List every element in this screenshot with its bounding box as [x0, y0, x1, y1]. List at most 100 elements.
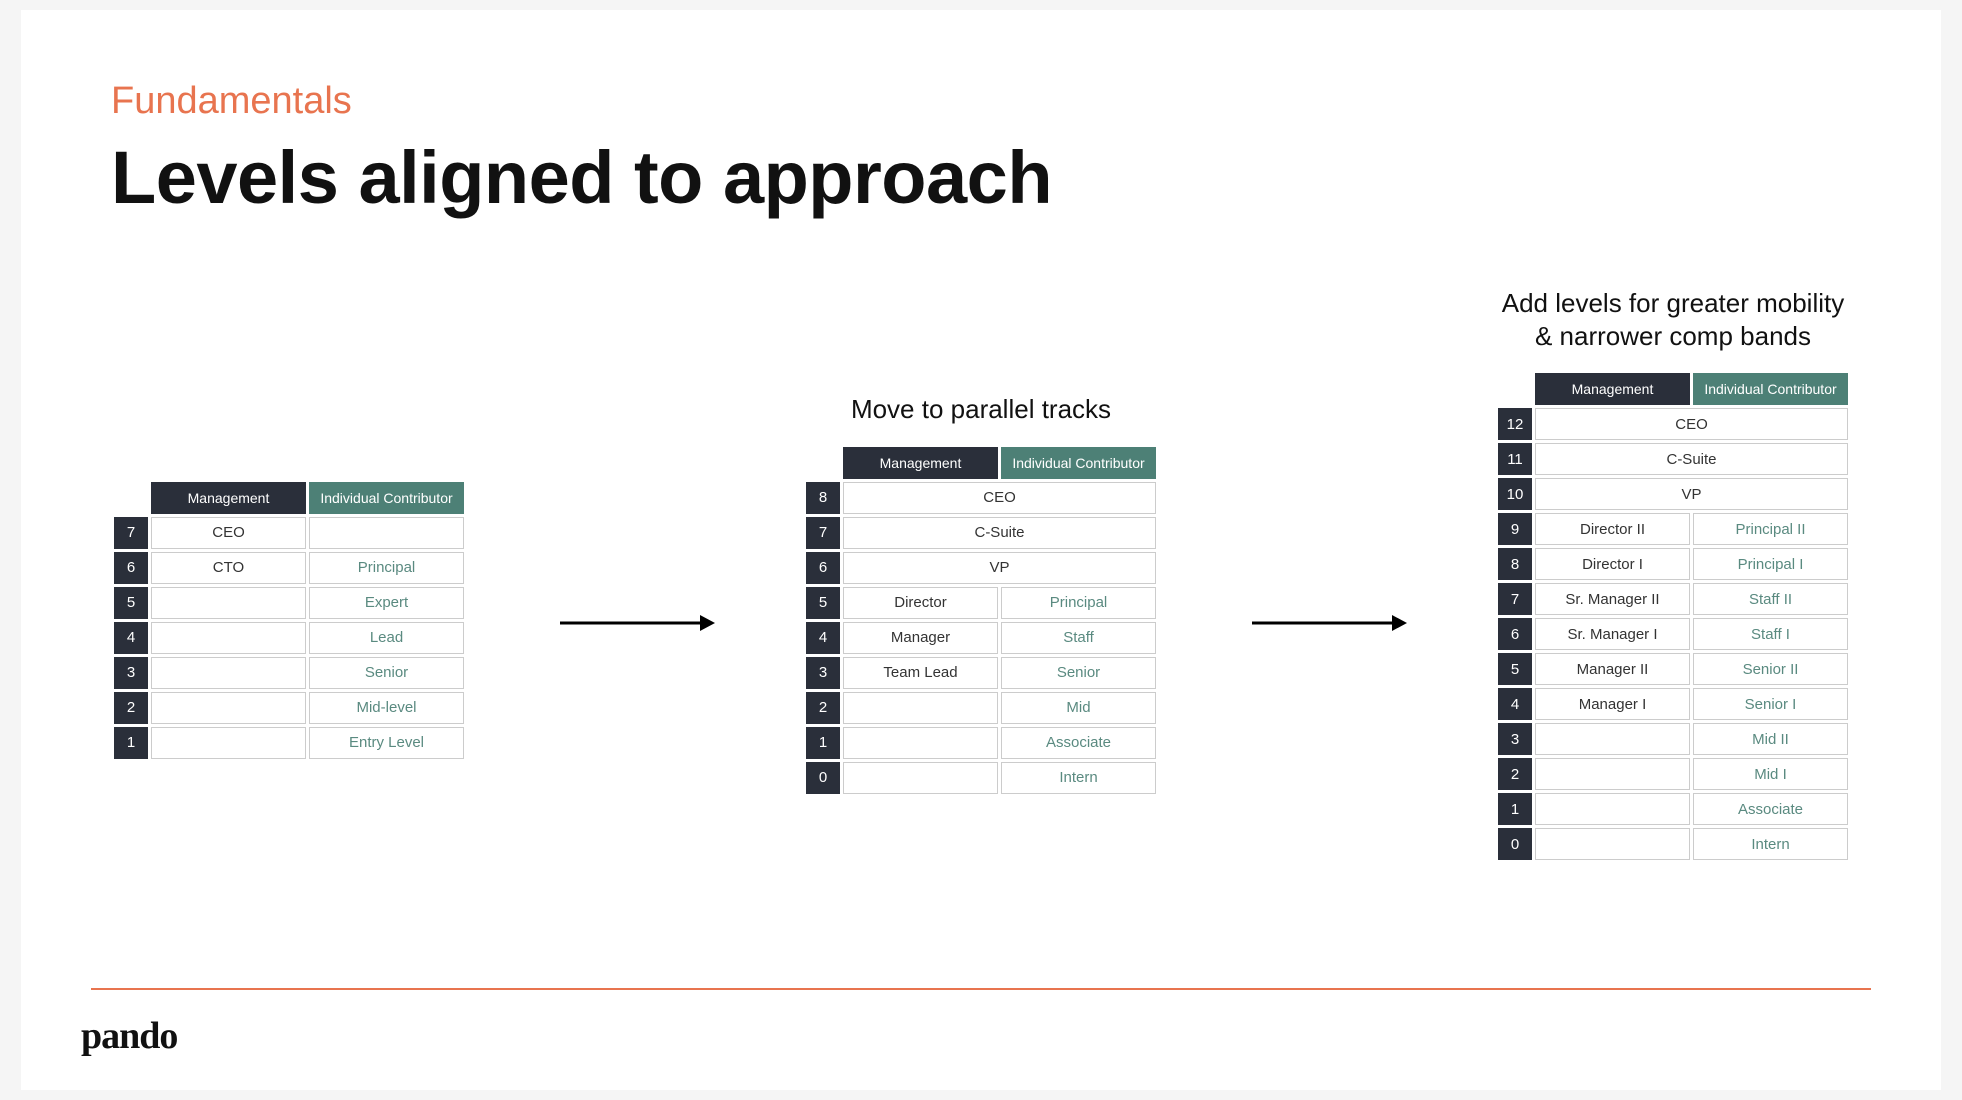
table-row: 4 Lead: [114, 622, 464, 654]
level-number: 4: [1498, 688, 1532, 720]
level-number: 1: [114, 727, 148, 759]
mgmt-cell: [843, 727, 998, 759]
ic-cell: Principal II: [1693, 513, 1848, 545]
level-number: 12: [1498, 408, 1532, 440]
level-number: 7: [114, 517, 148, 549]
ic-cell: Senior I: [1693, 688, 1848, 720]
slide: Fundamentals Levels aligned to approach …: [21, 10, 1941, 1090]
level-number: 6: [114, 552, 148, 584]
ic-cell: Senior: [1001, 657, 1156, 689]
ic-cell: Staff II: [1693, 583, 1848, 615]
ic-header: Individual Contributor: [1693, 373, 1848, 405]
level-number: 4: [806, 622, 840, 654]
ic-cell: Staff I: [1693, 618, 1848, 650]
ic-cell: Intern: [1693, 828, 1848, 860]
level-number: 9: [1498, 513, 1532, 545]
table-row: 6CTOPrincipal: [114, 552, 464, 584]
footer-divider: [91, 988, 1871, 990]
ic-cell: Associate: [1693, 793, 1848, 825]
mgmt-cell: Director: [843, 587, 998, 619]
eyebrow: Fundamentals: [111, 80, 1851, 123]
slide-title: Levels aligned to approach: [111, 135, 1851, 220]
mgmt-cell: [151, 622, 306, 654]
merged-cell: CEO: [843, 482, 1156, 514]
ic-cell: Mid I: [1693, 758, 1848, 790]
table-row: 4Manager ISenior I: [1498, 688, 1848, 720]
level-number: 6: [1498, 618, 1532, 650]
ic-cell: Principal I: [1693, 548, 1848, 580]
level-number: 5: [114, 587, 148, 619]
table-row: 2Mid: [806, 692, 1156, 724]
mgmt-cell: Manager: [843, 622, 998, 654]
merged-cell: C-Suite: [1535, 443, 1848, 475]
corner: [806, 447, 840, 479]
table-row: 3Senior: [114, 657, 464, 689]
level-number: 5: [806, 587, 840, 619]
ic-header: Individual Contributor: [309, 482, 464, 514]
parallel-tbody: 8CEO7C-Suite6VP5DirectorPrincipal4Manage…: [806, 482, 1156, 794]
mgmt-cell: Sr. Manager I: [1535, 618, 1690, 650]
level-number: 2: [806, 692, 840, 724]
level-number: 5: [1498, 653, 1532, 685]
level-number: 4: [114, 622, 148, 654]
mgmt-cell: [151, 692, 306, 724]
ic-cell: Senior: [309, 657, 464, 689]
table-row: 7C-Suite: [806, 517, 1156, 549]
level-number: 0: [1498, 828, 1532, 860]
mgmt-cell: Manager I: [1535, 688, 1690, 720]
merged-cell: CEO: [1535, 408, 1848, 440]
table-row: 1Associate: [806, 727, 1156, 759]
level-number: 3: [1498, 723, 1532, 755]
table-row: 3Team LeadSenior: [806, 657, 1156, 689]
table-row: 4ManagerStaff: [806, 622, 1156, 654]
mgmt-cell: [1535, 793, 1690, 825]
mgmt-cell: Director II: [1535, 513, 1690, 545]
ic-cell: Mid II: [1693, 723, 1848, 755]
ic-cell: Principal: [1001, 587, 1156, 619]
corner: [114, 482, 148, 514]
level-number: 3: [806, 657, 840, 689]
merged-cell: VP: [843, 552, 1156, 584]
level-number: 7: [806, 517, 840, 549]
mgmt-cell: [151, 727, 306, 759]
ic-cell: Entry Level: [309, 727, 464, 759]
ic-header: Individual Contributor: [1001, 447, 1156, 479]
ic-cell: Expert: [309, 587, 464, 619]
level-number: 7: [1498, 583, 1532, 615]
parallel-levels-table: Management Individual Contributor 8CEO7C…: [803, 444, 1159, 797]
merged-cell: VP: [1535, 478, 1848, 510]
simple-tbody: 7CEO6CTOPrincipal5 Expert 4 Lead3Senior2Mid…: [114, 517, 464, 759]
ic-cell: Lead: [309, 622, 464, 654]
mgmt-cell: [1535, 758, 1690, 790]
table-row: 0 Intern: [1498, 828, 1848, 860]
level-number: 0: [806, 762, 840, 794]
simple-caption: [285, 429, 292, 461]
level-number: 11: [1498, 443, 1532, 475]
expanded-levels-table: Management Individual Contributor 12CEO1…: [1495, 370, 1851, 863]
table-row: 7CEO: [114, 517, 464, 549]
expanded-table-block: Add levels for greater mobility& narrowe…: [1495, 327, 1851, 863]
ic-cell: Intern: [1001, 762, 1156, 794]
level-number: 2: [114, 692, 148, 724]
brand-logo: pando: [81, 1014, 177, 1058]
expanded-tbody: 12CEO11C-Suite10VP9Director IIPrincipal …: [1498, 408, 1848, 860]
simple-table-block: Management Individual Contributor 7CEO6C…: [111, 429, 467, 762]
mgmt-cell: [843, 692, 998, 724]
arrow-icon: [555, 608, 715, 643]
level-number: 8: [1498, 548, 1532, 580]
table-row: 5DirectorPrincipal: [806, 587, 1156, 619]
table-row: 8Director IPrincipal I: [1498, 548, 1848, 580]
mgmt-cell: Sr. Manager II: [1535, 583, 1690, 615]
mgmt-cell: [1535, 828, 1690, 860]
mgmt-cell: [151, 587, 306, 619]
mgmt-cell: CEO: [151, 517, 306, 549]
table-row: 7Sr. Manager IIStaff II: [1498, 583, 1848, 615]
table-row: 5Manager IISenior II: [1498, 653, 1848, 685]
merged-cell: C-Suite: [843, 517, 1156, 549]
corner: [1498, 373, 1532, 405]
mgmt-cell: Director I: [1535, 548, 1690, 580]
table-row: 8CEO: [806, 482, 1156, 514]
level-number: 1: [806, 727, 840, 759]
table-row: 2Mid-level: [114, 692, 464, 724]
table-row: 6Sr. Manager IStaff I: [1498, 618, 1848, 650]
